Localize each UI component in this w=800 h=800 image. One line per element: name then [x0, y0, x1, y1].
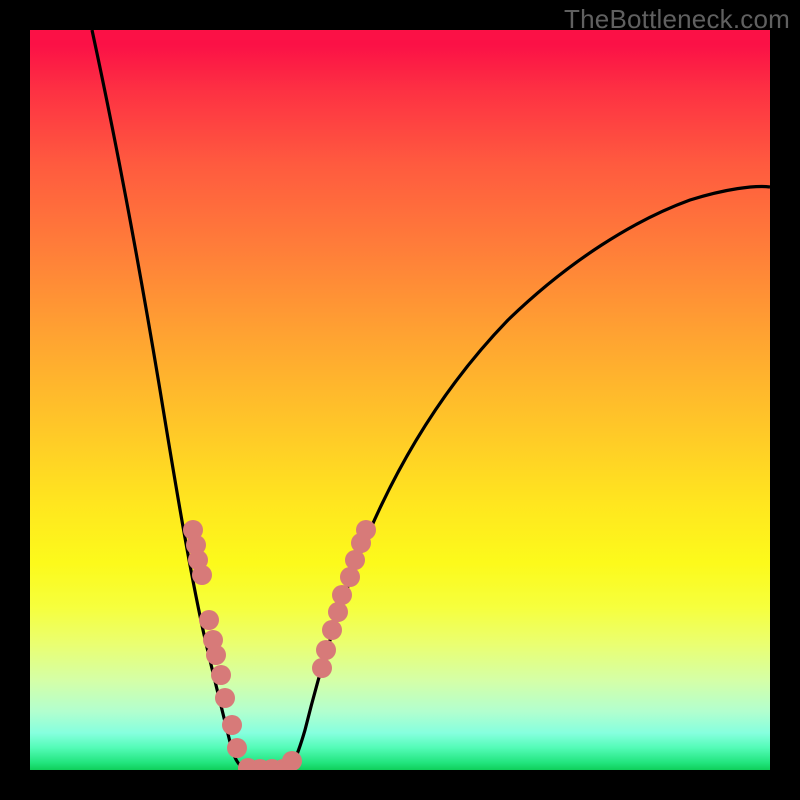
data-point	[211, 665, 231, 685]
data-point	[192, 565, 212, 585]
data-point	[282, 751, 302, 770]
data-point	[332, 585, 352, 605]
plot-area	[30, 30, 770, 770]
data-point	[340, 567, 360, 587]
data-point	[356, 520, 376, 540]
data-point	[322, 620, 342, 640]
data-point	[316, 640, 336, 660]
data-point	[215, 688, 235, 708]
data-point	[227, 738, 247, 758]
data-point	[328, 602, 348, 622]
data-point	[312, 658, 332, 678]
data-point	[345, 550, 365, 570]
chart-frame: TheBottleneck.com	[0, 0, 800, 800]
dot-layer	[30, 30, 770, 770]
data-point	[206, 645, 226, 665]
data-point	[222, 715, 242, 735]
data-point	[199, 610, 219, 630]
